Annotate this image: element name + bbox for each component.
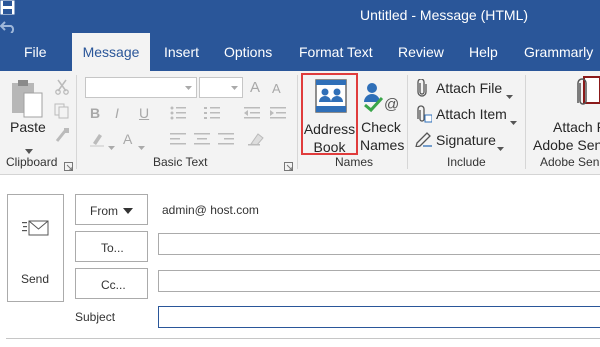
signature-dropdown-icon[interactable] xyxy=(497,138,505,151)
include-group-label: Include xyxy=(447,155,486,169)
adobe-group-label: Adobe Sen xyxy=(540,155,600,169)
divider xyxy=(525,75,526,169)
from-address: admin@ host.com xyxy=(162,203,259,217)
check-names-button[interactable]: @ Check Names xyxy=(360,75,405,157)
divider xyxy=(407,75,408,169)
shrink-font-button[interactable]: A xyxy=(272,80,281,98)
signature-icon xyxy=(415,131,433,148)
address-book-label-line1: Address xyxy=(303,121,356,137)
font-color-button[interactable]: A xyxy=(123,130,132,148)
align-right-icon[interactable] xyxy=(218,132,234,146)
italic-button[interactable]: I xyxy=(115,104,119,122)
tab-file[interactable]: File xyxy=(24,33,47,71)
adobe-attach-label-line2[interactable]: Adobe Sen xyxy=(533,136,600,154)
window-title: Untitled - Message (HTML) xyxy=(360,7,529,23)
to-input[interactable] xyxy=(158,233,600,255)
tab-options[interactable]: Options xyxy=(224,33,272,71)
divider xyxy=(297,75,298,169)
adobe-attach-label-line1[interactable]: Attach F xyxy=(553,118,600,136)
font-color-dropdown-icon[interactable] xyxy=(138,137,146,150)
ribbon: Paste Clipboard A A B I U A Basic Text A… xyxy=(0,71,600,175)
tab-format-text[interactable]: Format Text xyxy=(299,33,373,71)
basic-text-group-label: Basic Text xyxy=(153,155,208,169)
format-painter-icon[interactable] xyxy=(54,127,70,143)
tab-message[interactable]: Message xyxy=(72,33,150,71)
attach-file-button[interactable]: Attach File xyxy=(436,79,502,97)
copy-icon[interactable] xyxy=(54,103,70,119)
names-group-label: Names xyxy=(335,155,374,169)
tab-insert[interactable]: Insert xyxy=(164,33,199,71)
align-center-icon[interactable] xyxy=(194,132,210,146)
address-book-label-line2: Book xyxy=(313,139,346,155)
subject-input[interactable] xyxy=(158,306,600,328)
basic-text-launcher-icon[interactable] xyxy=(284,158,294,171)
divider xyxy=(6,338,600,339)
tab-review[interactable]: Review xyxy=(398,33,444,71)
address-book-button[interactable]: Address Book xyxy=(301,73,358,155)
adobe-attach-icon[interactable] xyxy=(572,75,600,111)
attach-file-dropdown-icon[interactable] xyxy=(506,86,514,99)
ribbon-tab-bar: File Message Insert Options Format Text … xyxy=(0,33,600,71)
address-book-icon xyxy=(314,78,348,114)
from-button[interactable]: From xyxy=(75,194,148,225)
from-label: From xyxy=(90,204,118,218)
clear-formatting-icon[interactable] xyxy=(248,132,264,146)
to-button[interactable]: To... xyxy=(75,231,148,262)
paste-icon[interactable] xyxy=(10,79,46,119)
tab-help[interactable]: Help xyxy=(469,33,498,71)
check-names-label-line1: Check xyxy=(361,119,401,135)
attach-item-button[interactable]: Attach Item xyxy=(436,105,507,123)
attach-item-icon xyxy=(416,105,433,123)
highlight-dropdown-icon[interactable] xyxy=(108,137,116,150)
title-bar: Untitled - Message (HTML) xyxy=(0,0,600,132)
to-label: To... xyxy=(101,241,124,255)
decrease-indent-icon[interactable] xyxy=(244,106,260,122)
clipboard-group-label: Clipboard xyxy=(6,155,58,169)
send-icon xyxy=(22,219,50,239)
tab-grammarly[interactable]: Grammarly xyxy=(524,33,593,71)
send-label: Send xyxy=(21,272,50,286)
compose-area: Send From admin@ host.com To... Cc... Su… xyxy=(0,175,600,347)
highlight-icon[interactable] xyxy=(89,131,105,147)
align-left-icon[interactable] xyxy=(170,132,186,146)
cut-icon[interactable] xyxy=(54,79,70,95)
cc-button[interactable]: Cc... xyxy=(75,268,148,299)
send-button[interactable]: Send xyxy=(7,194,64,302)
increase-indent-icon[interactable] xyxy=(270,106,286,122)
cc-label: Cc... xyxy=(101,278,126,292)
bullets-icon[interactable] xyxy=(170,106,190,122)
signature-button[interactable]: Signature xyxy=(436,131,496,149)
font-name-select[interactable] xyxy=(85,77,197,98)
check-names-icon: @ xyxy=(362,78,399,114)
clipboard-launcher-icon[interactable] xyxy=(64,158,74,171)
paperclip-icon xyxy=(416,78,430,97)
cc-input[interactable] xyxy=(158,270,600,292)
paste-button[interactable]: Paste xyxy=(10,118,46,136)
paste-dropdown-icon[interactable] xyxy=(25,141,33,154)
numbering-icon[interactable] xyxy=(204,106,224,122)
attach-item-dropdown-icon[interactable] xyxy=(510,112,518,125)
bold-button[interactable]: B xyxy=(90,104,100,122)
grow-font-button[interactable]: A xyxy=(250,79,260,97)
from-dropdown-icon xyxy=(123,208,133,214)
svg-text:@: @ xyxy=(384,96,398,113)
divider xyxy=(76,75,77,169)
underline-button[interactable]: U xyxy=(139,104,149,122)
font-size-select[interactable] xyxy=(199,77,243,98)
subject-label: Subject xyxy=(75,310,116,324)
check-names-label-line2: Names xyxy=(360,137,405,153)
